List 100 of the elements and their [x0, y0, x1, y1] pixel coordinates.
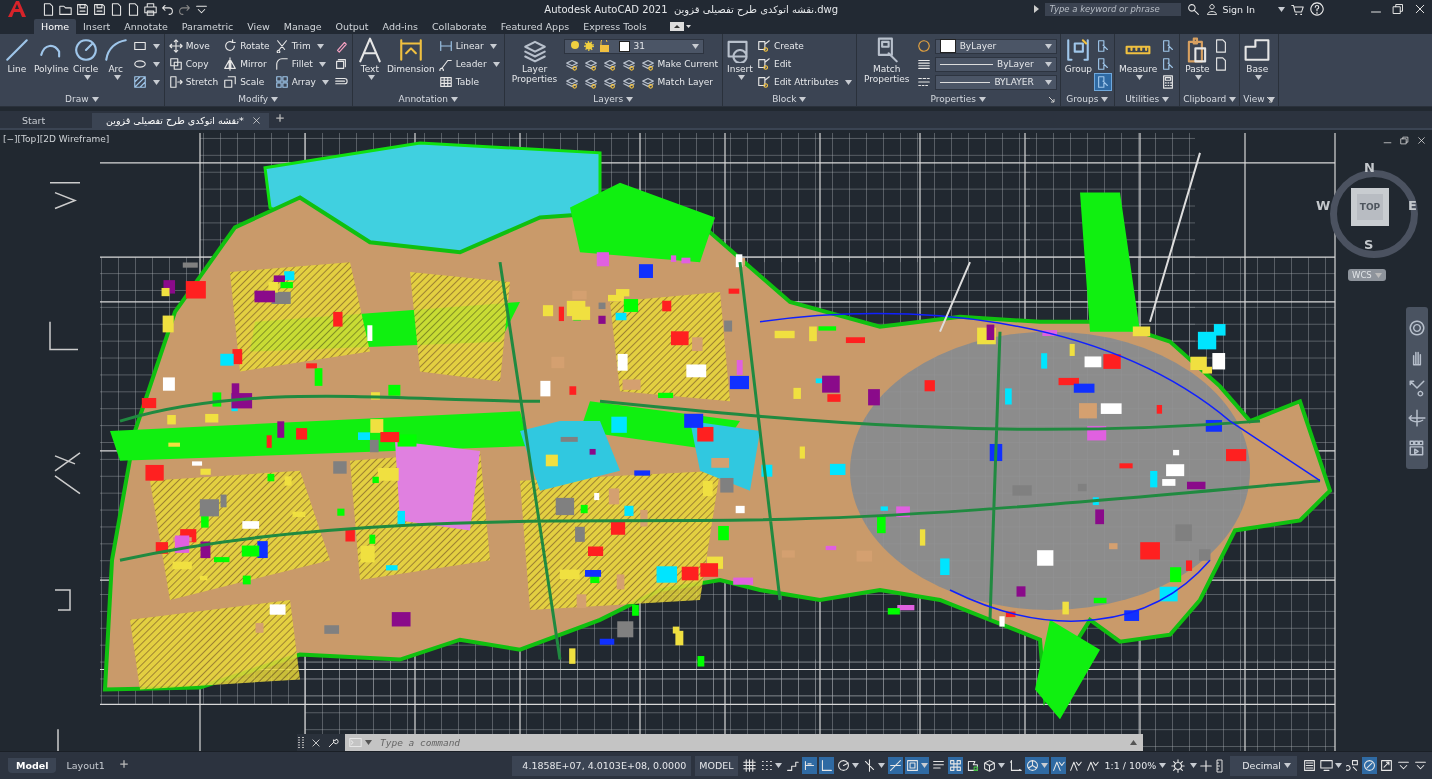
restore-icon[interactable] [1392, 3, 1404, 15]
large-tool-button[interactable]: Match Properties [859, 37, 914, 92]
panel-title[interactable]: Groups [1066, 94, 1109, 104]
panel-title[interactable]: Modify [238, 94, 279, 104]
tool-button[interactable]: Copy [167, 56, 210, 72]
close-icon[interactable] [311, 737, 321, 748]
status-toggle[interactable] [1024, 757, 1049, 774]
layout-tab[interactable]: Layout1 [58, 758, 113, 773]
large-tool-button[interactable]: Line [3, 37, 31, 92]
restore-icon[interactable] [1400, 136, 1409, 145]
large-tool-button[interactable]: Text [355, 37, 384, 92]
status-toggle[interactable] [1302, 757, 1317, 774]
large-tool-button[interactable]: Polyline [33, 37, 70, 92]
ribbon-tab[interactable]: Parametric [174, 19, 241, 34]
coordinates-readout[interactable]: 4.1858E+07, 4.0103E+08, 0.0000 [512, 755, 692, 776]
panel-title[interactable]: Block [772, 94, 807, 104]
tool-button[interactable]: Linear [437, 38, 498, 54]
sign-in-button[interactable]: Sign In [1206, 3, 1255, 15]
large-tool-button[interactable]: Arc [101, 37, 130, 92]
close-icon[interactable] [1414, 3, 1426, 15]
status-toggle[interactable] [835, 757, 860, 774]
large-tool-button[interactable]: Paste [1183, 37, 1212, 92]
save-icon[interactable] [76, 2, 89, 16]
panel-title[interactable]: Utilities [1125, 94, 1170, 104]
panel-title[interactable]: Annotation [398, 94, 458, 104]
status-toggle[interactable] [1345, 757, 1360, 774]
ribbon-tab[interactable]: Annotate [117, 19, 175, 34]
close-icon[interactable] [1417, 136, 1426, 145]
dialog-launcher-icon[interactable] [1265, 96, 1273, 103]
showmotion-icon[interactable] [1408, 439, 1426, 457]
large-tool-button[interactable]: Dimension [385, 37, 436, 92]
ruler-icon[interactable] [1215, 758, 1226, 773]
tool-button[interactable]: Stretch [167, 74, 220, 90]
status-toggle[interactable] [818, 757, 834, 774]
plus-icon[interactable] [1199, 758, 1214, 773]
tool-button[interactable]: Fillet [273, 56, 327, 72]
tool-button[interactable]: Edit [755, 56, 793, 72]
status-toggle[interactable] [887, 757, 903, 774]
color-dropdown[interactable]: ByLayer [934, 38, 1057, 54]
status-toggle[interactable] [1379, 757, 1394, 774]
large-tool-button[interactable]: Circle [71, 37, 100, 92]
ribbon-tab[interactable]: Insert [76, 19, 118, 34]
ribbon-tab[interactable]: View [240, 19, 277, 34]
save-icon[interactable] [93, 2, 106, 16]
status-toggle[interactable] [904, 757, 929, 774]
status-toggle[interactable] [1319, 757, 1343, 774]
ribbon-tab[interactable]: Collaborate [425, 19, 494, 34]
tool-button[interactable]: Scale [222, 74, 266, 90]
panel-title[interactable]: Clipboard [1183, 94, 1237, 104]
orbit-icon[interactable] [1408, 409, 1426, 427]
ribbon-tab[interactable]: Output [328, 19, 376, 34]
document-icon[interactable] [42, 2, 55, 16]
viewcube-face[interactable]: TOP [1351, 188, 1389, 226]
tool-button[interactable]: Array [273, 74, 330, 90]
tool-button[interactable]: Leader [437, 56, 501, 72]
tool-button[interactable]: Make Current [639, 56, 719, 72]
help-icon[interactable] [1310, 2, 1324, 16]
document-icon[interactable] [110, 2, 123, 16]
cart-icon[interactable] [1291, 2, 1304, 16]
status-toggle[interactable] [1362, 757, 1377, 774]
units-dropdown[interactable]: Decimal [1230, 755, 1297, 776]
command-line-field[interactable]: Type a command [345, 734, 1143, 751]
print-icon[interactable] [144, 2, 157, 16]
large-tool-button[interactable]: Group [1063, 37, 1094, 92]
undo-icon[interactable] [161, 2, 174, 16]
document-tab[interactable]: نقشه اتوکدی طرح تفصیلی قزوین* [92, 113, 269, 128]
model-space-button[interactable]: MODEL [695, 755, 738, 776]
annotation-scale-button[interactable]: 1:1 / 100% [1101, 760, 1170, 771]
minimize-ribbon-icon[interactable] [669, 22, 692, 31]
layout-tab[interactable]: Model [8, 758, 57, 773]
settings-icon[interactable] [1171, 758, 1186, 773]
document-icon[interactable] [127, 2, 140, 16]
grip-handle-icon[interactable] [297, 735, 305, 750]
ribbon-tab[interactable]: Home [34, 19, 77, 34]
large-tool-button[interactable]: Base [1243, 37, 1272, 92]
app-logo[interactable] [6, 0, 28, 18]
redo-icon[interactable] [178, 2, 191, 16]
wrench-icon[interactable] [327, 736, 339, 749]
tool-button[interactable]: Mirror [222, 56, 268, 72]
tool-button[interactable]: Table [437, 74, 480, 90]
icon-button[interactable] [915, 38, 932, 54]
ribbon-tab[interactable]: Express Tools [576, 19, 654, 34]
zoom-icon[interactable] [1408, 379, 1426, 397]
close-icon[interactable] [251, 116, 261, 125]
tool-button[interactable]: Edit Attributes [755, 74, 853, 90]
tool-button[interactable]: Rotate [222, 38, 271, 54]
search-icon[interactable] [1187, 2, 1201, 16]
tool-button[interactable]: Create [755, 38, 805, 54]
status-toggle[interactable] [981, 757, 1006, 774]
tool-button[interactable]: Move [167, 38, 211, 54]
layer-dropdown[interactable]: 31 [563, 38, 704, 54]
large-tool-button[interactable]: Insert [725, 37, 754, 92]
tool-button[interactable]: Match Layer [639, 74, 714, 90]
ribbon-tab[interactable]: Manage [276, 19, 329, 34]
panel-title[interactable]: View [1243, 94, 1275, 104]
add-layout-icon[interactable] [118, 759, 129, 769]
status-toggle[interactable] [947, 757, 963, 774]
tool-button[interactable]: Trim [273, 38, 325, 54]
panel-title[interactable]: Layers [593, 94, 634, 104]
viewport-controls[interactable]: [−][Top][2D Wireframe] [3, 134, 110, 144]
